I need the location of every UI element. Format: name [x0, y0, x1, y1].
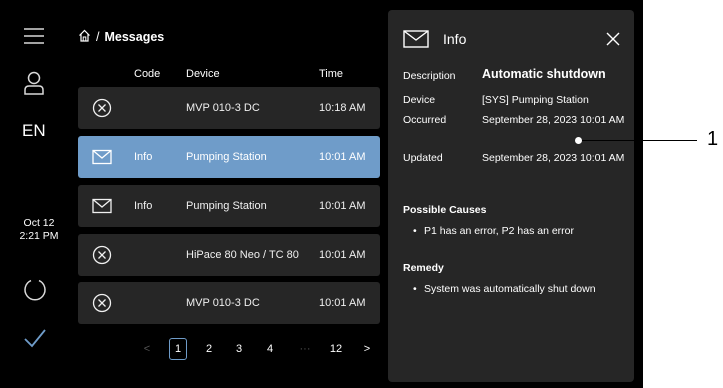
table-row[interactable]: Info Pumping Station 10:01 AM	[78, 185, 380, 227]
loading-spinner-icon	[22, 277, 48, 303]
device-value: [SYS] Pumping Station	[482, 94, 589, 106]
column-header-device[interactable]: Device	[186, 68, 220, 80]
callout-dot	[575, 137, 582, 144]
breadcrumb-separator: /	[96, 30, 100, 44]
pagination-next[interactable]: >	[361, 338, 373, 360]
row-time: 10:01 AM	[319, 151, 366, 163]
error-circle-icon	[92, 87, 112, 129]
description-value: Automatic shutdown	[482, 67, 606, 81]
envelope-icon	[92, 136, 112, 178]
possible-causes-heading: Possible Causes	[403, 204, 487, 216]
description-label: Description	[403, 70, 456, 82]
time-label: 2:21 PM	[19, 230, 59, 242]
column-header-time[interactable]: Time	[319, 68, 343, 80]
error-circle-icon	[92, 282, 112, 324]
date-time-display: Oct 12 2:21 PM	[10, 217, 68, 243]
row-device: Pumping Station	[186, 151, 267, 163]
row-device: MVP 010-3 DC	[186, 297, 260, 309]
callout-line	[578, 140, 697, 141]
error-circle-icon	[92, 234, 112, 276]
row-device: Pumping Station	[186, 200, 267, 212]
device-label: Device	[403, 94, 436, 106]
pagination-page[interactable]: 3	[230, 338, 248, 360]
user-icon[interactable]	[22, 70, 46, 96]
message-detail-panel: Info Description Automatic shutdown Devi…	[388, 10, 634, 382]
pagination-page-current[interactable]: 1	[169, 338, 187, 360]
row-time: 10:01 AM	[319, 200, 366, 212]
occurred-label: Occurred	[403, 114, 447, 126]
checkmark-icon[interactable]	[22, 326, 48, 350]
table-row-selected[interactable]: Info Pumping Station 10:01 AM	[78, 136, 380, 178]
envelope-icon	[403, 30, 429, 53]
row-device: HiPace 80 Neo / TC 80	[186, 249, 299, 261]
table-row[interactable]: MVP 010-3 DC 10:18 AM	[78, 87, 380, 129]
language-label: EN	[22, 121, 46, 140]
pagination-page[interactable]: 4	[261, 338, 279, 360]
remedy-item: System was automatically shut down	[413, 283, 596, 295]
pagination-page-last[interactable]: 12	[325, 338, 347, 360]
table-row[interactable]: HiPace 80 Neo / TC 80 10:01 AM	[78, 234, 380, 276]
row-time: 10:01 AM	[319, 249, 366, 261]
envelope-icon	[92, 185, 112, 227]
table-row[interactable]: MVP 010-3 DC 10:01 AM	[78, 282, 380, 324]
device-screen: EN Oct 12 2:21 PM / Messages Code Device…	[0, 0, 643, 388]
home-icon[interactable]	[78, 29, 91, 45]
updated-value: September 28, 2023 10:01 AM	[482, 152, 625, 164]
row-time: 10:01 AM	[319, 297, 366, 309]
row-code: Info	[134, 151, 153, 163]
pagination-page[interactable]: 2	[200, 338, 218, 360]
panel-title: Info	[443, 31, 467, 47]
row-code: Info	[134, 200, 153, 212]
row-device: MVP 010-3 DC	[186, 102, 260, 114]
breadcrumb: / Messages	[78, 29, 164, 45]
language-selector[interactable]: EN	[22, 121, 66, 141]
remedy-heading: Remedy	[403, 262, 444, 274]
breadcrumb-current: Messages	[104, 30, 165, 44]
date-label: Oct 12	[23, 217, 55, 229]
close-icon[interactable]	[602, 28, 624, 50]
column-header-code[interactable]: Code	[134, 68, 160, 80]
hamburger-menu-icon[interactable]	[22, 25, 46, 47]
row-time: 10:18 AM	[319, 102, 366, 114]
pagination-prev[interactable]: <	[141, 338, 153, 360]
updated-label: Updated	[403, 152, 443, 164]
occurred-value: September 28, 2023 10:01 AM	[482, 114, 625, 126]
callout-number: 1	[707, 128, 719, 150]
pagination-ellipsis: ···	[299, 343, 311, 355]
cause-item: P1 has an error, P2 has an error	[413, 225, 574, 237]
